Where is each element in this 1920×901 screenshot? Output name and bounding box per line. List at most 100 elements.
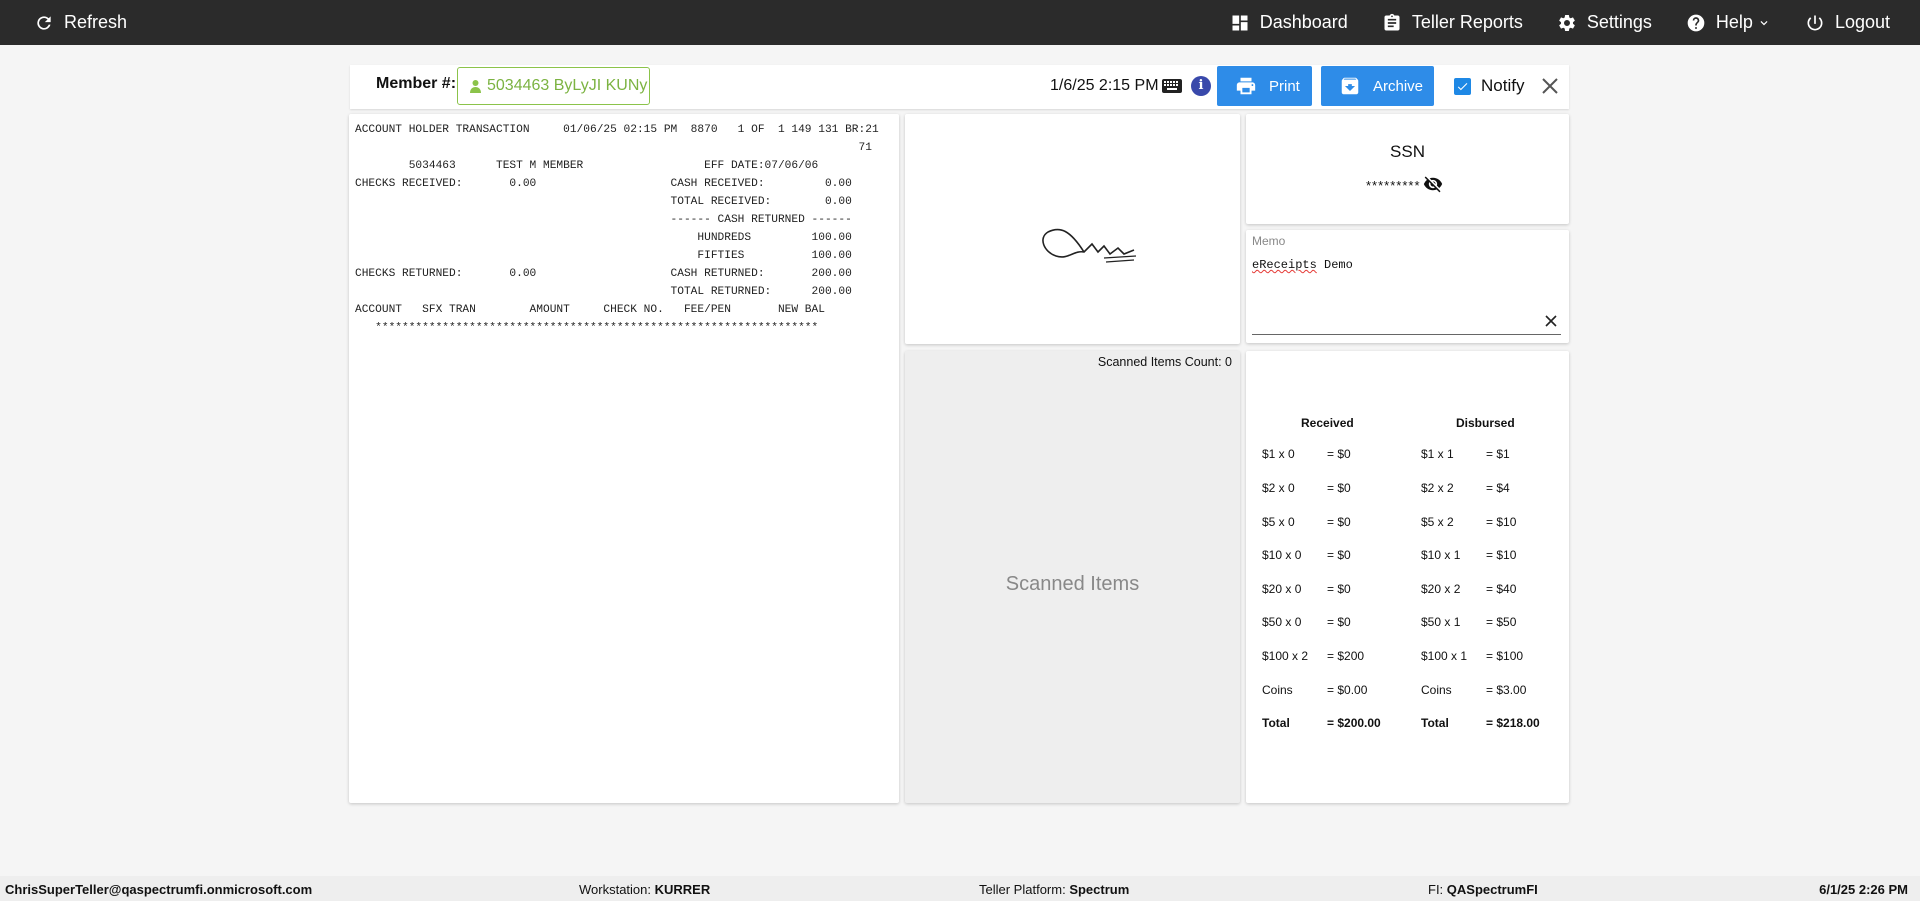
disbursed-denomination: $5 x 2 bbox=[1421, 515, 1454, 529]
disbursed-denomination: $2 x 2 bbox=[1421, 481, 1454, 495]
refresh-button[interactable]: Refresh bbox=[34, 12, 127, 33]
disbursed-denomination: $50 x 1 bbox=[1421, 615, 1461, 629]
nav-help[interactable]: Help bbox=[1686, 12, 1771, 33]
signature-image bbox=[1042, 228, 1137, 263]
memo-label: Memo bbox=[1252, 234, 1286, 248]
received-denomination: Coins bbox=[1262, 683, 1293, 697]
status-bar: ChrisSuperTeller@qaspectrumfi.onmicrosof… bbox=[0, 876, 1920, 901]
received-title: Received bbox=[1301, 416, 1354, 430]
printer-icon bbox=[1236, 77, 1256, 95]
received-amount: = $200.00 bbox=[1327, 716, 1381, 730]
close-icon[interactable] bbox=[1541, 77, 1559, 95]
print-label: Print bbox=[1269, 77, 1300, 95]
receipt-line: 5034463 TEST M MEMBER EFF DATE:07/06/06 bbox=[355, 160, 819, 172]
archive-label: Archive bbox=[1373, 77, 1424, 95]
receipt-line: ****************************************… bbox=[355, 322, 819, 334]
memo-word: Demo bbox=[1316, 258, 1353, 272]
received-denomination: $5 x 0 bbox=[1262, 515, 1295, 529]
nav-teller-reports-label: Teller Reports bbox=[1411, 12, 1523, 32]
ssn-title: SSN bbox=[1390, 142, 1425, 161]
received-amount: = $0 bbox=[1327, 447, 1351, 461]
workstation-label: Workstation: bbox=[579, 882, 655, 897]
nav-logout[interactable]: Logout bbox=[1805, 12, 1890, 33]
status-datetime: 6/1/25 2:26 PM bbox=[1819, 882, 1908, 897]
memo-word-misspelled: eReceipts bbox=[1252, 258, 1317, 272]
disbursed-denomination: $10 x 1 bbox=[1421, 548, 1461, 562]
chevron-down-icon bbox=[1760, 20, 1768, 25]
info-icon[interactable]: i bbox=[1191, 76, 1211, 96]
received-amount: = $0 bbox=[1327, 582, 1351, 596]
help-icon bbox=[1687, 14, 1705, 31]
receipt-line: CHECKS RETURNED: 0.00 CASH RETURNED: 200… bbox=[355, 268, 852, 280]
disbursed-amount: = $4 bbox=[1486, 481, 1510, 495]
keyboard-icon[interactable] bbox=[1162, 79, 1182, 93]
ssn-masked-value: ********* bbox=[1366, 178, 1421, 193]
received-denomination: $1 x 0 bbox=[1262, 447, 1295, 461]
workstation-value: KURRER bbox=[654, 882, 711, 897]
receipt-panel: ACCOUNT HOLDER TRANSACTION 01/06/25 02:1… bbox=[349, 114, 899, 803]
cash-summary-panel: Received $1 x 0 = $0 $2 x 0 = $0 $5 x 0 = $0 $… bbox=[1246, 351, 1569, 803]
received-denomination: Total bbox=[1262, 716, 1290, 730]
nav-settings[interactable]: Settings bbox=[1557, 12, 1652, 33]
clipboard-icon bbox=[1384, 13, 1400, 31]
signature-panel bbox=[905, 114, 1240, 344]
scanned-items-placeholder: Scanned Items bbox=[1005, 573, 1140, 595]
disbursed-denomination: Total bbox=[1421, 716, 1449, 730]
person-icon bbox=[470, 79, 481, 93]
ssn-panel: SSN ********* bbox=[1246, 114, 1569, 224]
receipt-line: ACCOUNT HOLDER TRANSACTION 01/06/25 02:1… bbox=[355, 124, 879, 136]
archive-icon bbox=[1341, 77, 1359, 95]
member-number-label: Member #: bbox=[376, 75, 457, 92]
notify-checkbox[interactable]: Notify bbox=[1454, 76, 1524, 96]
receipt-line: FIFTIES 100.00 bbox=[355, 250, 852, 262]
member-header: Member #: 5034463 ByLyJI KUNy 1/6/25 2:1… bbox=[350, 65, 1569, 109]
dashboard-icon bbox=[1232, 15, 1248, 30]
top-nav: Dashboard Teller Reports Settings Help L… bbox=[1230, 0, 1890, 45]
received-denomination: $100 x 2 bbox=[1262, 649, 1309, 663]
transaction-datetime: 1/6/25 2:15 PM bbox=[1050, 77, 1159, 94]
platform-value: Spectrum bbox=[1069, 882, 1130, 897]
received-amount: = $0.00 bbox=[1327, 683, 1368, 697]
disbursed-title: Disbursed bbox=[1456, 416, 1515, 430]
receipt-line: 71 bbox=[355, 142, 872, 154]
eye-off-icon[interactable] bbox=[1421, 174, 1445, 194]
disbursed-amount: = $10 bbox=[1486, 515, 1517, 529]
disbursed-amount: = $218.00 bbox=[1486, 716, 1540, 730]
nav-teller-reports[interactable]: Teller Reports bbox=[1382, 12, 1523, 33]
nav-help-label: Help bbox=[1715, 12, 1753, 32]
received-denomination: $10 x 0 bbox=[1262, 548, 1302, 562]
received-amount: = $200 bbox=[1327, 649, 1365, 663]
top-bar: Refresh Dashboard Teller Reports Setting… bbox=[0, 0, 1920, 45]
receipt-line: HUNDREDS 100.00 bbox=[355, 232, 852, 244]
scanned-items-panel: Scanned Items Count: 0 Scanned Items bbox=[905, 351, 1240, 803]
member-number-value: 5034463 ByLyJI KUNy bbox=[487, 77, 648, 94]
status-user: ChrisSuperTeller@qaspectrumfi.onmicrosof… bbox=[5, 882, 313, 897]
nav-settings-label: Settings bbox=[1586, 12, 1652, 32]
member-chip[interactable]: 5034463 ByLyJI KUNy bbox=[457, 67, 650, 105]
status-fi: FI: QASpectrumFI bbox=[1428, 882, 1538, 897]
disbursed-amount: = $10 bbox=[1486, 548, 1517, 562]
clear-icon[interactable] bbox=[1545, 315, 1557, 327]
notify-label: Notify bbox=[1481, 76, 1525, 95]
receipt-line: TOTAL RETURNED: 200.00 bbox=[355, 286, 852, 298]
receipt-line: ------ CASH RETURNED ------ bbox=[355, 214, 852, 226]
receipt-line: ACCOUNT SFX TRAN AMOUNT CHECK NO. FEE/PE… bbox=[355, 304, 825, 316]
disbursed-denomination: Coins bbox=[1421, 683, 1452, 697]
disbursed-amount: = $100 bbox=[1486, 649, 1524, 663]
disbursed-amount: = $3.00 bbox=[1486, 683, 1527, 697]
nav-dashboard-label: Dashboard bbox=[1259, 12, 1348, 32]
print-button[interactable]: Print bbox=[1217, 66, 1312, 106]
nav-logout-label: Logout bbox=[1834, 12, 1890, 32]
nav-dashboard[interactable]: Dashboard bbox=[1230, 12, 1348, 33]
received-amount: = $0 bbox=[1327, 515, 1351, 529]
receipt-line: TOTAL RECEIVED: 0.00 bbox=[355, 196, 852, 208]
received-denomination: $50 x 0 bbox=[1262, 615, 1302, 629]
memo-underline bbox=[1252, 334, 1561, 335]
memo-input[interactable]: eReceipts Demo bbox=[1252, 258, 1353, 272]
archive-button[interactable]: Archive bbox=[1321, 66, 1434, 106]
disbursed-denomination: $1 x 1 bbox=[1421, 447, 1454, 461]
received-amount: = $0 bbox=[1327, 481, 1351, 495]
disbursed-amount: = $50 bbox=[1486, 615, 1517, 629]
received-denomination: $2 x 0 bbox=[1262, 481, 1295, 495]
disbursed-amount: = $40 bbox=[1486, 582, 1517, 596]
